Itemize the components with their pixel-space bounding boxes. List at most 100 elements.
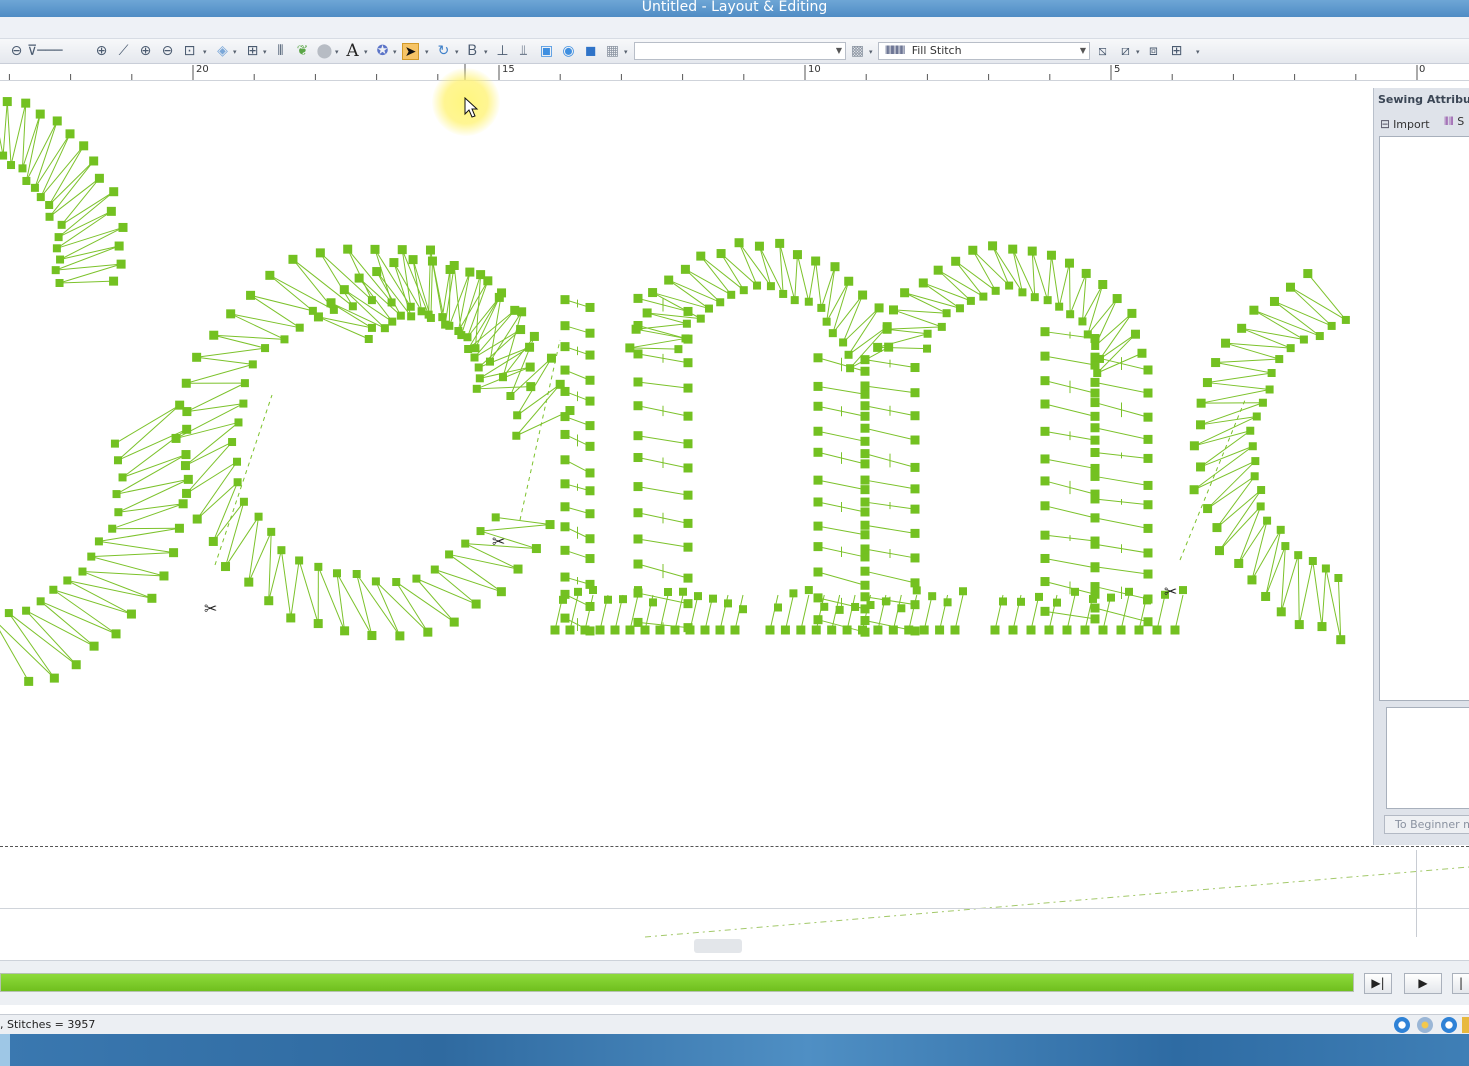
stitch-point xyxy=(685,625,695,635)
stitch-point xyxy=(1040,577,1050,587)
stitch-line xyxy=(34,133,71,189)
select-arrow-icon[interactable]: ➤ xyxy=(402,43,419,60)
import-label: Import xyxy=(1393,117,1430,131)
region-icon[interactable]: ⬤ xyxy=(316,43,333,60)
display-mode-icon[interactable] xyxy=(1394,1017,1410,1033)
stitch-point xyxy=(476,527,485,536)
import-button[interactable]: ⊟ Import xyxy=(1380,115,1430,133)
stitch-point xyxy=(340,626,350,636)
thread-icon[interactable]: ⊥ xyxy=(494,43,511,60)
stitch-point xyxy=(472,384,481,393)
stitch-line xyxy=(1094,607,1149,623)
region-sew-type-combo[interactable]: ⦀⦀⦀⦀⦀ Fill Stitch ▼ xyxy=(878,42,1090,60)
stitch-view-icon[interactable] xyxy=(1441,1017,1457,1033)
realistic-view-icon[interactable] xyxy=(1417,1017,1433,1033)
stitch-line xyxy=(864,524,916,534)
zoom-out-small-icon[interactable]: ⊖ xyxy=(159,43,176,60)
region-dropdown-icon[interactable]: ▾ xyxy=(335,49,341,56)
grid-icon[interactable]: ⊞ xyxy=(1168,43,1185,60)
stitch-point xyxy=(1258,398,1267,407)
text-tool-icon[interactable]: A xyxy=(344,43,361,60)
stitch-view-icon[interactable]: ⧈ xyxy=(1145,43,1162,60)
zoom-fit-icon[interactable]: ⊡ xyxy=(181,43,198,60)
play-icon: ▶ xyxy=(1418,976,1428,990)
select-arrow-dropdown-icon[interactable]: ▾ xyxy=(425,49,431,56)
align-dropdown-icon[interactable]: ▾ xyxy=(263,49,269,56)
stitch-point xyxy=(955,304,964,313)
hide-dropdown-icon[interactable]: ▾ xyxy=(1136,49,1142,56)
stitch-point xyxy=(407,312,416,321)
measure-icon[interactable]: ⟋ xyxy=(115,43,132,60)
ruler-label-10: 10 xyxy=(808,64,821,75)
stitch-point xyxy=(387,298,396,307)
line-sew-type-combo[interactable]: ▼ xyxy=(634,42,846,60)
stitch-point xyxy=(779,289,788,298)
split-icon[interactable]: ⫫ xyxy=(515,43,532,60)
shape-tool-icon[interactable]: ❦ xyxy=(294,43,311,60)
zoom-fit-dropdown-icon[interactable]: ▾ xyxy=(203,49,209,56)
bitmap-dropdown-icon[interactable]: ▾ xyxy=(484,49,490,56)
region-color-icon[interactable]: ▩ xyxy=(849,43,866,60)
stitch-point xyxy=(178,499,188,509)
applique-icon[interactable]: ◼ xyxy=(582,43,599,60)
stitch-point xyxy=(727,290,736,299)
stitch-point xyxy=(78,567,87,576)
stitch-point xyxy=(494,292,504,302)
stitch-point xyxy=(1090,388,1100,398)
to-beginner-mode-button[interactable]: To Beginner mo xyxy=(1384,815,1469,834)
toolbar-overflow-icon[interactable]: ▾ xyxy=(1196,49,1202,56)
stitch-point xyxy=(1040,426,1050,436)
line-tool-icon[interactable]: ⦀ xyxy=(272,43,289,60)
hide-icon[interactable]: ⧄ xyxy=(1117,43,1134,60)
zoom-out-icon[interactable]: ⊖ xyxy=(8,43,25,60)
region-tool-dropdown-icon[interactable]: ▾ xyxy=(624,49,630,56)
horizontal-scrollbar-thumb[interactable] xyxy=(694,939,742,953)
color-tool-icon[interactable]: ▣ xyxy=(538,43,555,60)
add-icon[interactable]: ⊕ xyxy=(93,43,110,60)
stitch-point xyxy=(52,244,61,253)
stitch-progress-slider[interactable] xyxy=(0,973,1354,992)
stitch-point xyxy=(89,156,99,166)
stitch-point xyxy=(910,388,920,398)
align-icon[interactable]: ⊞ xyxy=(244,43,261,60)
stitch-point xyxy=(438,313,447,322)
region-tool-icon[interactable]: ▦ xyxy=(604,43,621,60)
text-tool-dropdown-icon[interactable]: ▾ xyxy=(364,49,370,56)
rotate-dropdown-icon[interactable]: ▾ xyxy=(455,49,461,56)
region-color-dropdown-icon[interactable]: ▾ xyxy=(869,49,875,56)
select-area-icon[interactable]: ◈ xyxy=(214,43,231,60)
second-panel-tab[interactable]: ⦀⦀ S xyxy=(1444,115,1464,133)
stitch-point xyxy=(221,562,231,572)
stitch-line xyxy=(430,261,433,318)
stitch-point xyxy=(1189,485,1199,495)
stitch-point xyxy=(889,305,899,315)
stitch-point xyxy=(933,265,943,275)
attribute-list-area[interactable] xyxy=(1379,136,1469,701)
zoom-slider-icon[interactable]: ⊽─── xyxy=(27,43,89,60)
stitch-line xyxy=(832,281,850,334)
fill-tool-icon[interactable]: ◉ xyxy=(560,43,577,60)
stitch-point xyxy=(754,241,764,251)
stitch-point xyxy=(910,578,920,588)
stitch-point xyxy=(277,546,286,555)
skip-to-end-button[interactable]: ▶| xyxy=(1364,973,1392,994)
zoom-in-icon[interactable]: ⊕ xyxy=(137,43,154,60)
stitch-line xyxy=(1298,560,1314,625)
next-button[interactable]: | xyxy=(1452,973,1469,994)
play-button[interactable]: ▶ xyxy=(1404,973,1442,994)
stamp-tool-dropdown-icon[interactable]: ▾ xyxy=(393,49,399,56)
stamp-tool-icon[interactable]: ✪ xyxy=(374,43,391,60)
stitch-point xyxy=(739,286,748,295)
select-area-dropdown-icon[interactable]: ▾ xyxy=(233,49,239,56)
taskbar-active-item[interactable] xyxy=(0,1034,10,1066)
bitmap-icon[interactable]: Ᏼ xyxy=(464,43,481,60)
design-canvas[interactable]: ✂ ✂ ✂ xyxy=(0,81,1373,846)
stitch-point xyxy=(332,569,341,578)
stitch-line xyxy=(376,271,402,316)
rotate-icon[interactable]: ↻ xyxy=(435,43,452,60)
sew-order-icon[interactable]: ⧅ xyxy=(1094,43,1111,60)
stitch-point xyxy=(1027,246,1037,256)
stitch-point xyxy=(49,585,58,594)
stitch-point xyxy=(113,456,122,465)
stitch-point xyxy=(888,625,898,635)
